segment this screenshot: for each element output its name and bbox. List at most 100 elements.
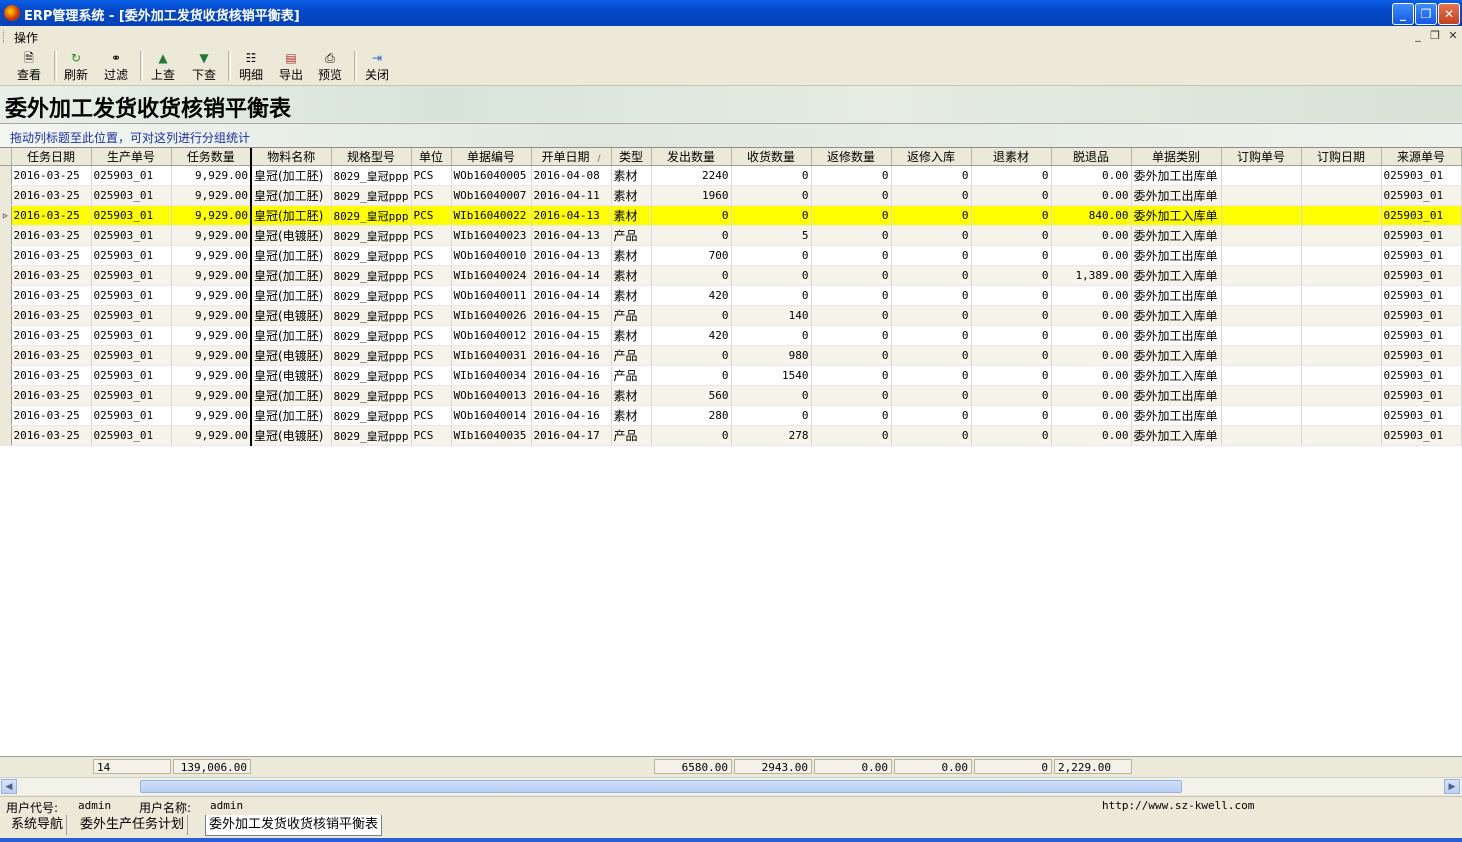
table-cell[interactable]: 皇冠(加工胚) xyxy=(250,245,332,266)
table-cell[interactable]: 025903_01 xyxy=(1381,405,1462,426)
table-cell[interactable]: WIb16040031 xyxy=(451,345,532,366)
table-cell[interactable]: WIb16040026 xyxy=(451,305,532,326)
table-cell[interactable]: 委外加工入库单 xyxy=(1131,365,1222,386)
table-cell[interactable]: 9,929.00 xyxy=(171,265,252,286)
table-cell[interactable]: 2240 xyxy=(651,165,732,186)
lookup-up-button[interactable]: ▲ 上查 xyxy=(148,49,178,83)
table-cell[interactable]: 0 xyxy=(891,265,972,286)
table-cell[interactable]: 0 xyxy=(971,365,1052,386)
table-cell[interactable]: 委外加工入库单 xyxy=(1131,425,1222,446)
table-row[interactable]: 2016-03-25 025903_01 9,929.00 皇冠(电镀胚) 8029_皇… xyxy=(0,305,1462,326)
table-cell[interactable]: 8029_皇冠ppp xyxy=(331,345,412,366)
table-cell[interactable]: WIb16040035 xyxy=(451,425,532,446)
table-cell[interactable]: 产品 xyxy=(611,365,652,386)
table-cell[interactable]: 0 xyxy=(731,385,812,406)
table-cell[interactable]: 皇冠(加工胚) xyxy=(250,325,332,346)
table-cell[interactable]: 0.00 xyxy=(1051,245,1132,266)
table-cell[interactable]: 0 xyxy=(811,225,892,246)
table-cell[interactable]: 420 xyxy=(651,325,732,346)
table-cell[interactable]: 委外加工出库单 xyxy=(1131,325,1222,346)
row-indicator[interactable] xyxy=(0,405,12,426)
table-cell[interactable]: 0 xyxy=(731,265,812,286)
table-cell[interactable]: 025903_01 xyxy=(1381,305,1462,326)
table-cell[interactable]: 2016-03-25 xyxy=(11,185,92,206)
table-cell[interactable]: 2016-04-16 xyxy=(531,345,612,366)
table-cell[interactable]: 皇冠(加工胚) xyxy=(250,185,332,206)
table-cell[interactable]: 025903_01 xyxy=(91,305,172,326)
table-cell[interactable]: 2016-04-15 xyxy=(531,325,612,346)
table-cell[interactable]: 0 xyxy=(731,325,812,346)
company-url[interactable]: http://www.sz-kwell.com xyxy=(1102,799,1254,812)
table-cell[interactable]: 0 xyxy=(651,425,732,446)
table-cell[interactable]: 0 xyxy=(891,365,972,386)
table-cell[interactable]: 8029_皇冠ppp xyxy=(331,265,412,286)
table-cell[interactable]: 0 xyxy=(811,325,892,346)
table-cell[interactable]: 0 xyxy=(731,205,812,226)
table-cell[interactable]: 140 xyxy=(731,305,812,326)
row-indicator[interactable] xyxy=(0,305,12,326)
table-cell[interactable]: 0 xyxy=(891,345,972,366)
filter-button[interactable]: ⚭ 过滤 xyxy=(101,49,131,83)
table-cell[interactable]: 025903_01 xyxy=(91,165,172,186)
table-cell[interactable]: 1960 xyxy=(651,185,732,206)
table-cell[interactable]: 2016-04-14 xyxy=(531,265,612,286)
table-cell[interactable]: 素材 xyxy=(611,185,652,206)
column-header[interactable]: 返修入库 xyxy=(891,148,972,166)
table-cell[interactable]: 420 xyxy=(651,285,732,306)
table-cell[interactable]: 025903_01 xyxy=(1381,345,1462,366)
table-cell[interactable]: WOb16040012 xyxy=(451,325,532,346)
table-cell[interactable]: 0 xyxy=(891,405,972,426)
table-cell[interactable]: 2016-03-25 xyxy=(11,285,92,306)
menu-operation[interactable]: 操作 xyxy=(14,29,38,46)
table-cell[interactable]: 025903_01 xyxy=(91,325,172,346)
table-cell[interactable] xyxy=(1221,205,1302,226)
table-cell[interactable]: 9,929.00 xyxy=(171,325,252,346)
table-row[interactable]: 2016-03-25 025903_01 9,929.00 皇冠(加工胚) 8029_皇… xyxy=(0,285,1462,306)
table-cell[interactable]: 0 xyxy=(731,185,812,206)
table-cell[interactable]: 025903_01 xyxy=(91,425,172,446)
table-cell[interactable]: 025903_01 xyxy=(91,205,172,226)
column-header[interactable]: 单位 xyxy=(411,148,452,166)
table-cell[interactable]: 025903_01 xyxy=(1381,425,1462,446)
table-cell[interactable]: 素材 xyxy=(611,385,652,406)
view-button[interactable]: 🗎 查看 xyxy=(14,49,44,83)
table-cell[interactable]: 025903_01 xyxy=(91,385,172,406)
table-row[interactable]: 2016-03-25 025903_01 9,929.00 皇冠(电镀胚) 8029_皇… xyxy=(0,345,1462,366)
table-cell[interactable]: 0.00 xyxy=(1051,425,1132,446)
table-cell[interactable]: 980 xyxy=(731,345,812,366)
row-indicator[interactable] xyxy=(0,325,12,346)
table-cell[interactable]: WOb16040007 xyxy=(451,185,532,206)
table-cell[interactable]: PCS xyxy=(411,305,452,326)
table-cell[interactable]: PCS xyxy=(411,165,452,186)
table-cell[interactable]: 0 xyxy=(971,325,1052,346)
table-cell[interactable]: 2016-03-25 xyxy=(11,365,92,386)
table-cell[interactable]: 0 xyxy=(971,265,1052,286)
table-cell[interactable] xyxy=(1301,325,1382,346)
column-header[interactable]: 任务日期 xyxy=(11,148,92,166)
maximize-button[interactable]: ❐ xyxy=(1415,3,1437,25)
table-cell[interactable]: 9,929.00 xyxy=(171,225,252,246)
table-cell[interactable]: 2016-04-13 xyxy=(531,225,612,246)
table-cell[interactable]: 素材 xyxy=(611,205,652,226)
table-cell[interactable]: 2016-04-13 xyxy=(531,245,612,266)
minimize-button[interactable]: _ xyxy=(1392,3,1414,25)
table-cell[interactable] xyxy=(1221,285,1302,306)
table-cell[interactable] xyxy=(1301,185,1382,206)
column-header[interactable]: 发出数量 xyxy=(651,148,732,166)
close-window-button[interactable]: ✕ xyxy=(1438,3,1460,25)
table-cell[interactable]: 产品 xyxy=(611,305,652,326)
table-cell[interactable]: 8029_皇冠ppp xyxy=(331,305,412,326)
table-cell[interactable]: 8029_皇冠ppp xyxy=(331,365,412,386)
row-indicator[interactable] xyxy=(0,185,12,206)
table-cell[interactable]: PCS xyxy=(411,185,452,206)
table-cell[interactable]: 8029_皇冠ppp xyxy=(331,385,412,406)
table-cell[interactable]: 9,929.00 xyxy=(171,185,252,206)
table-cell[interactable]: 素材 xyxy=(611,325,652,346)
table-cell[interactable]: 委外加工出库单 xyxy=(1131,245,1222,266)
tab-system-navigation[interactable]: 系统导航 xyxy=(8,815,68,835)
table-cell[interactable]: 2016-03-25 xyxy=(11,305,92,326)
table-cell[interactable]: PCS xyxy=(411,365,452,386)
table-cell[interactable]: 皇冠(加工胚) xyxy=(250,285,332,306)
lookup-down-button[interactable]: ▼ 下查 xyxy=(189,49,219,83)
table-cell[interactable]: 0.00 xyxy=(1051,405,1132,426)
